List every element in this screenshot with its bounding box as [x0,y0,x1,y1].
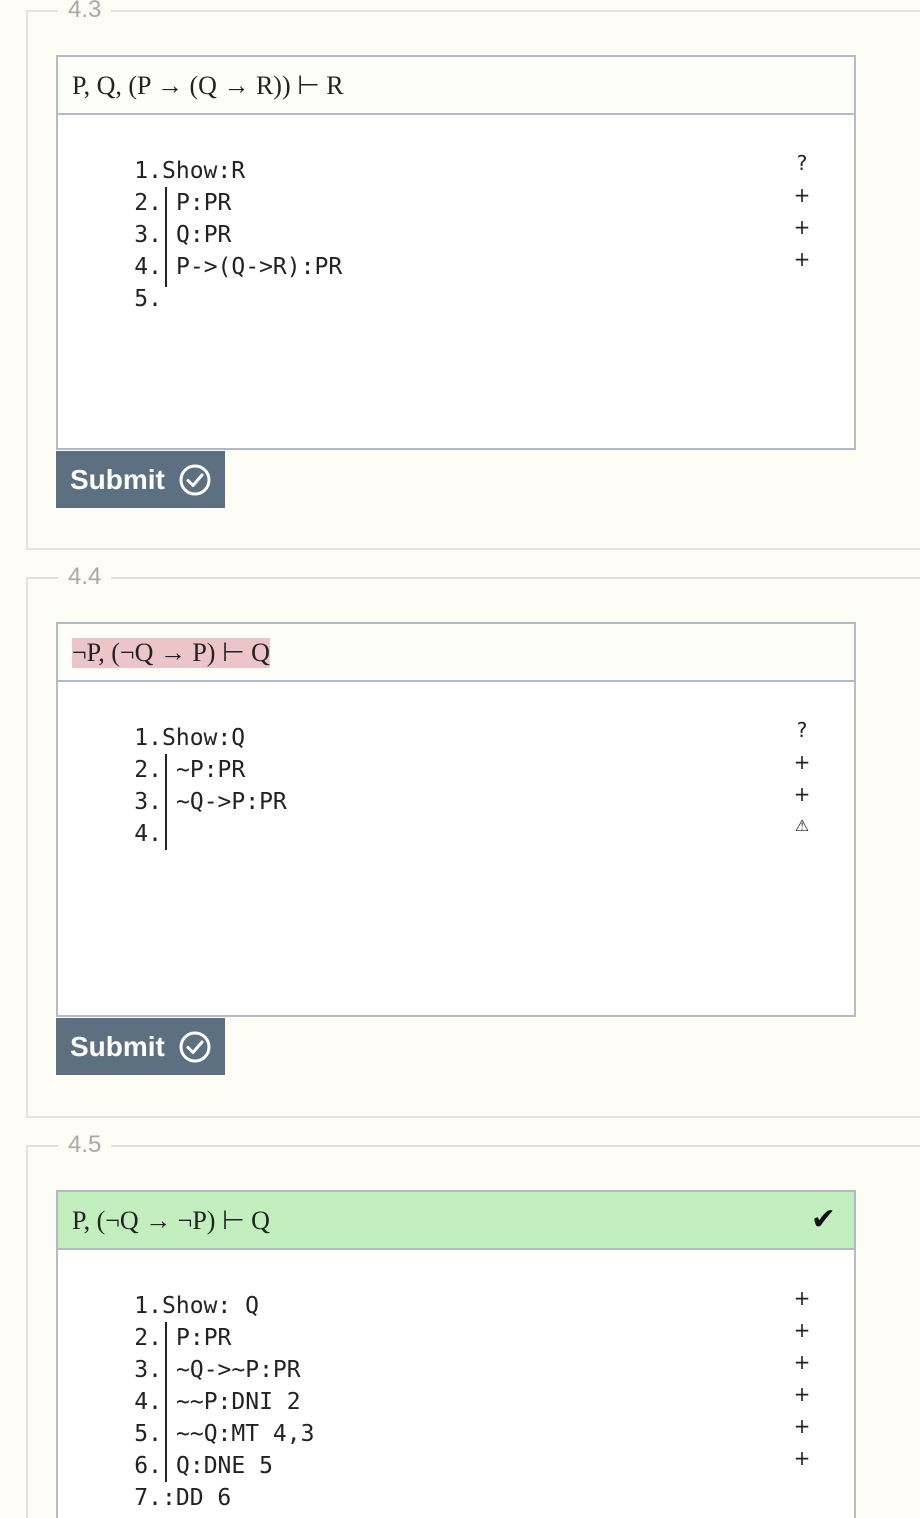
check-circle-icon [179,1031,211,1063]
submit-button[interactable]: Submit [56,451,225,508]
sequent-header: P, Q, (P → (Q → R)) ⊢ R [56,55,856,115]
line-content[interactable]: P:PR [162,1322,231,1354]
line-content[interactable]: ~Q->~P:PR [162,1354,301,1386]
line-number: 5. [134,1421,162,1447]
proof-line[interactable]: 5. [126,283,342,315]
line-content[interactable]: P->(Q->R):PR [162,251,342,283]
line-number: 2. [134,190,162,216]
proof-line[interactable]: 2. P:PR [126,187,342,219]
line-status-gutter: ? + + ⚠ [790,714,814,842]
line-content[interactable]: Show:Q [162,722,245,754]
submit-button[interactable]: Submit [56,1018,225,1075]
solved-check-icon: ✔ [810,1202,836,1237]
proof-line[interactable]: 4. [126,818,287,850]
problem-section-4-3: 4.3 P, Q, (P → (Q → R)) ⊢ R 1.Show:R 2. P… [26,0,920,550]
line-number: 3. [134,789,162,815]
problem-number: 4.4 [58,563,112,591]
proof-editor[interactable]: 1.Show:R 2. P:PR 3. Q:PR 4. P->(Q->R):PR 5.… [56,115,856,450]
problem-section-4-5: 4.5 P, (¬Q → ¬P) ⊢ Q ✔ 1.Show: Q 2. P:PR … [26,1131,920,1518]
line-status-gutter: ? + + + [790,147,814,275]
line-number: 1. [134,158,162,184]
line-number: 4. [134,1389,162,1415]
ok-icon[interactable]: + [790,211,814,243]
submit-label: Submit [70,464,165,495]
warning-icon[interactable]: ⚠ [790,810,814,842]
ok-icon[interactable]: + [790,1378,814,1410]
line-content[interactable]: P:PR [162,187,231,219]
proof-lines: 1.Show:R 2. P:PR 3. Q:PR 4. P->(Q->R):PR 5. [126,155,342,315]
proof-line[interactable]: 4. ~~P:DNI 2 [126,1386,314,1418]
line-content[interactable]: ~~P:DNI 2 [162,1386,301,1418]
line-content[interactable]: ~~Q:MT 4,3 [162,1418,314,1450]
line-number: 4. [134,254,162,280]
help-icon[interactable]: ? [790,147,814,179]
line-number: 7. [134,1485,162,1511]
help-icon[interactable]: ? [790,714,814,746]
ok-icon[interactable]: + [790,746,814,778]
sequent-text: P, Q, (P → (Q → R)) ⊢ R [72,71,344,100]
proof-line[interactable]: 2. ~P:PR [126,754,287,786]
problem-card: ¬P, (¬Q → P) ⊢ Q 1.Show:Q 2. ~P:PR 3. ~Q->… [56,622,856,1017]
proof-line[interactable]: 3. ~Q->P:PR [126,786,287,818]
proof-line[interactable]: 7.:DD 6 [126,1482,314,1514]
problem-number: 4.5 [58,1131,112,1159]
proof-line[interactable]: 6. Q:DNE 5 [126,1450,314,1482]
proof-editor[interactable]: 1.Show:Q 2. ~P:PR 3. ~Q->P:PR 4. ? + + ⚠ [56,682,856,1017]
line-number: 1. [134,1293,162,1319]
ok-icon[interactable]: + [790,1282,814,1314]
line-number: 5. [134,286,162,312]
problem-section-4-4: 4.4 ¬P, (¬Q → P) ⊢ Q 1.Show:Q 2. ~P:PR 3.… [26,563,920,1118]
problem-card: P, Q, (P → (Q → R)) ⊢ R 1.Show:R 2. P:PR … [56,55,856,450]
line-number: 3. [134,222,162,248]
problem-card: P, (¬Q → ¬P) ⊢ Q ✔ 1.Show: Q 2. P:PR 3. ~Q… [56,1190,856,1518]
line-number: 6. [134,1453,162,1479]
proof-lines: 1.Show: Q 2. P:PR 3. ~Q->~P:PR 4. ~~P:DNI 2… [126,1290,314,1514]
sequent-text-error: ¬P, (¬Q → P) ⊢ Q [72,638,270,668]
line-content[interactable]: ~P:PR [162,754,245,786]
line-content[interactable]: Q:DNE 5 [162,1450,273,1482]
proof-line[interactable]: 1.Show: Q [126,1290,314,1322]
ok-icon[interactable]: + [790,243,814,275]
line-content[interactable]: Show:R [162,155,245,187]
proof-line[interactable]: 5. ~~Q:MT 4,3 [126,1418,314,1450]
line-number: 3. [134,1357,162,1383]
line-status-gutter: + + + + + + [790,1282,814,1474]
ok-icon[interactable]: + [790,1314,814,1346]
ok-icon[interactable]: + [790,1410,814,1442]
line-content[interactable]: Show: Q [162,1290,259,1322]
proof-line[interactable]: 2. P:PR [126,1322,314,1354]
proof-line[interactable]: 1.Show:R [126,155,342,187]
proof-line[interactable]: 4. P->(Q->R):PR [126,251,342,283]
ok-icon[interactable]: + [790,1346,814,1378]
problem-number: 4.3 [58,0,112,24]
proof-lines: 1.Show:Q 2. ~P:PR 3. ~Q->P:PR 4. [126,722,287,850]
sequent-header-solved: P, (¬Q → ¬P) ⊢ Q ✔ [56,1190,856,1250]
line-content[interactable]: ~Q->P:PR [162,786,287,818]
proof-editor[interactable]: 1.Show: Q 2. P:PR 3. ~Q->~P:PR 4. ~~P:DNI 2… [56,1250,856,1518]
submit-label: Submit [70,1031,165,1062]
ok-icon[interactable]: + [790,179,814,211]
proof-line[interactable]: 1.Show:Q [126,722,287,754]
line-number: 4. [134,821,162,847]
line-content[interactable]: Q:PR [162,219,231,251]
line-number: 2. [134,757,162,783]
proof-line[interactable]: 3. ~Q->~P:PR [126,1354,314,1386]
ok-icon[interactable]: + [790,778,814,810]
sequent-text: P, (¬Q → ¬P) ⊢ Q [72,1206,270,1235]
check-circle-icon [179,464,211,496]
line-content[interactable]: :DD 6 [162,1482,231,1514]
sequent-header: ¬P, (¬Q → P) ⊢ Q [56,622,856,682]
ok-icon[interactable]: + [790,1442,814,1474]
line-number: 2. [134,1325,162,1351]
line-number: 1. [134,725,162,751]
proof-line[interactable]: 3. Q:PR [126,219,342,251]
